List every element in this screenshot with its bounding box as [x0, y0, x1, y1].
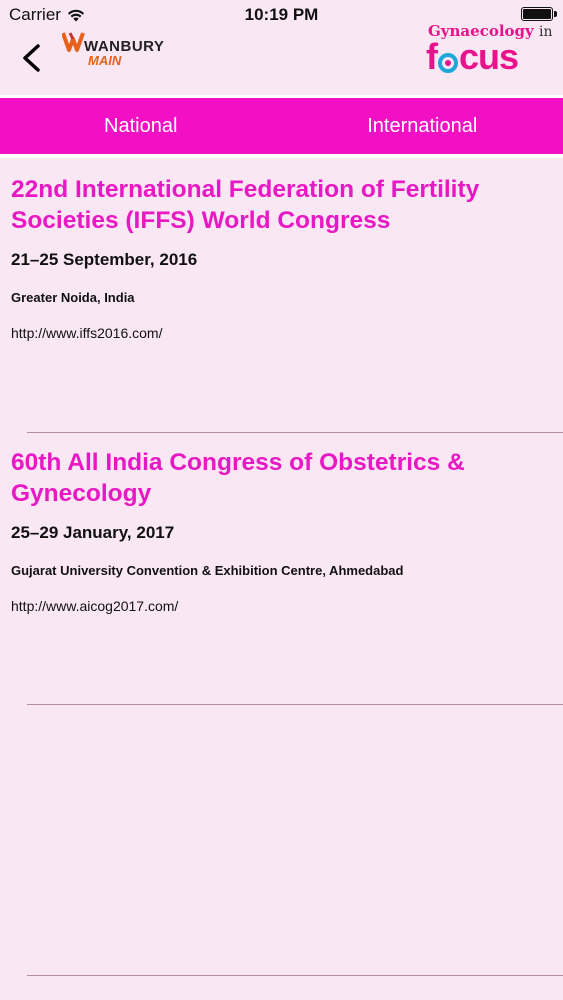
event-link[interactable]: http://www.iffs2016.com/ — [11, 325, 551, 341]
list-separator — [27, 704, 563, 705]
event-link[interactable]: http://www.aicog2017.com/ — [11, 598, 551, 614]
event-venue: Gujarat University Convention & Exhibiti… — [11, 563, 404, 578]
target-icon — [438, 53, 458, 73]
event-item[interactable]: 22nd International Federation of Fertili… — [11, 174, 551, 341]
gynaecology-in-focus-logo: Gynaecology in f cus — [424, 22, 554, 82]
event-item[interactable]: 60th All India Congress of Obstetrics & … — [11, 447, 551, 614]
battery-icon — [521, 7, 557, 21]
event-title: 60th All India Congress of Obstetrics & … — [11, 449, 465, 507]
focus-logo-rest: cus — [459, 36, 519, 77]
focus-logo-in: in — [538, 24, 553, 40]
back-button[interactable] — [14, 40, 50, 76]
wanbury-submark: MAIN — [88, 53, 122, 68]
wanbury-logo: WANBURY MAIN — [62, 30, 172, 70]
nav-header: WANBURY MAIN Gynaecology in f cus — [0, 22, 563, 96]
tabs-bottom-border — [0, 154, 563, 158]
focus-logo-wordmark: f cus — [426, 36, 519, 78]
tab-international[interactable]: International — [282, 98, 563, 154]
chevron-left-icon — [23, 44, 40, 72]
event-title: 22nd International Federation of Fertili… — [11, 176, 480, 234]
focus-logo-f: f — [426, 36, 438, 77]
list-separator — [27, 432, 563, 433]
event-date: 21–25 September, 2016 — [11, 250, 198, 269]
tab-national[interactable]: National — [0, 98, 282, 154]
event-venue: Greater Noida, India — [11, 290, 135, 305]
segment-tabs: National International — [0, 98, 563, 154]
event-date: 25–29 January, 2017 — [11, 523, 175, 542]
list-separator — [27, 975, 563, 976]
